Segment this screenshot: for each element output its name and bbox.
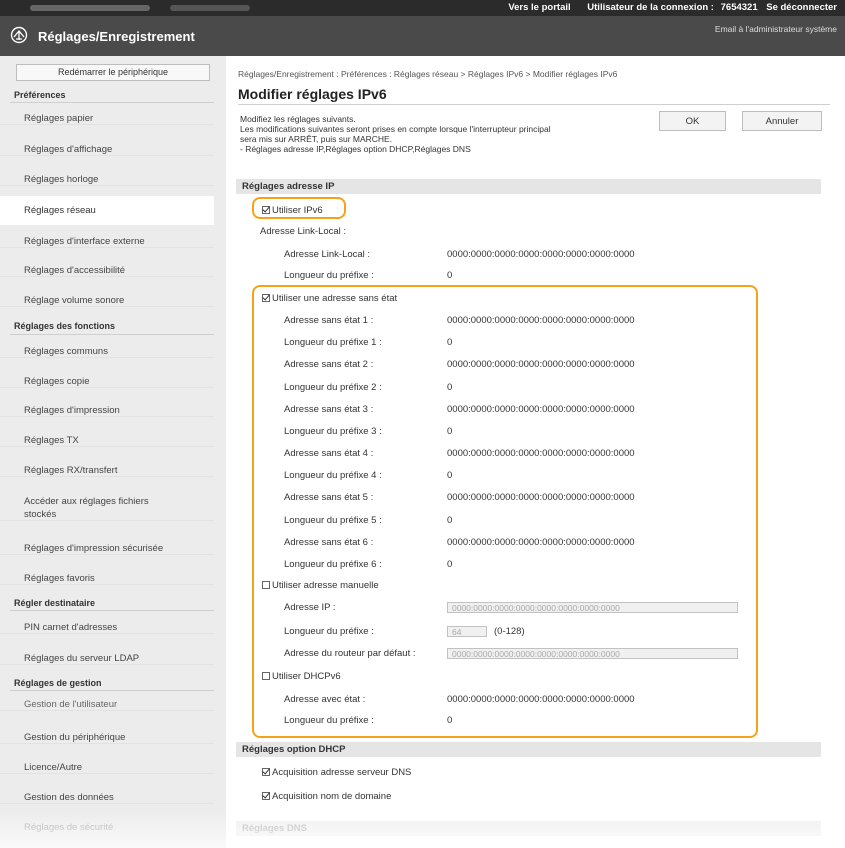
sidebar-item-common[interactable]: Réglages communs: [0, 346, 214, 358]
dns-server-acq-row: Acquisition adresse serveur DNS: [262, 767, 411, 778]
section-ip-settings: Réglages adresse IP: [236, 179, 821, 194]
user-label: Utilisateur de la connexion :: [587, 2, 714, 13]
top-links: Vers le portail Utilisateur de la connex…: [494, 2, 837, 13]
portal-link[interactable]: Vers le portail: [508, 2, 570, 13]
top-bar: Vers le portail Utilisateur de la connex…: [0, 0, 845, 16]
sidebar-item-stored-files[interactable]: Accéder aux réglages fichiers: [0, 496, 214, 507]
settings-registration-icon: [10, 26, 28, 44]
sidebar-item-print[interactable]: Réglages d'impression: [0, 405, 214, 417]
divider: [238, 104, 830, 105]
domain-acq-checkbox[interactable]: [262, 792, 270, 800]
sidebar-item-external-interface[interactable]: Réglages d'interface externe: [0, 236, 214, 248]
sidebar-item-clock[interactable]: Réglages horloge: [0, 174, 214, 186]
link-local-value: 0000:0000:0000:0000:0000:0000:0000:0000: [447, 249, 635, 260]
highlight-use-ipv6: [252, 197, 346, 219]
sidebar-item-network[interactable]: Réglages réseau: [0, 196, 214, 225]
sidebar-item-volume[interactable]: Réglage volume sonore: [0, 295, 214, 307]
sidebar-item-display[interactable]: Réglages d'affichage: [0, 144, 214, 156]
divider: [10, 334, 214, 335]
link-local-title: Adresse Link-Local :: [260, 226, 347, 237]
sidebar-item-copy[interactable]: Réglages copie: [0, 376, 214, 388]
sidebar-item-stored-files-line2[interactable]: stockés: [0, 509, 214, 521]
logout-link[interactable]: Se déconnecter: [766, 2, 837, 13]
sidebar-section-destination: Régler destinataire: [14, 598, 96, 608]
domain-acq-label: Acquisition nom de domaine: [272, 791, 392, 802]
sidebar-section-management: Réglages de gestion: [14, 678, 102, 688]
desc-line: Modifiez les réglages suivants.: [240, 114, 356, 124]
sidebar-item-data-management[interactable]: Gestion des données: [0, 792, 214, 804]
desc-line: sera mis sur ARRÊT, puis sur MARCHE.: [240, 134, 393, 144]
sidebar: Redémarrer le périphérique Préférences R…: [0, 56, 226, 848]
domain-acq-row: Acquisition nom de domaine: [262, 791, 391, 802]
sidebar-item-security[interactable]: Réglages de sécurité: [0, 822, 214, 833]
user-id: 7654321: [720, 2, 758, 13]
desc-line: Les modifications suivantes seront prise…: [240, 124, 551, 134]
section-dns: Réglages DNS: [236, 821, 821, 836]
sidebar-item-paper[interactable]: Réglages papier: [0, 113, 214, 125]
sidebar-section-functions: Réglages des fonctions: [14, 321, 116, 331]
page-header: Réglages/Enregistrement Email à l'admini…: [0, 16, 845, 56]
cancel-button[interactable]: Annuler: [742, 111, 822, 131]
highlight-address-options: [252, 285, 758, 738]
sidebar-item-license[interactable]: Licence/Autre: [0, 762, 214, 774]
blurred-logo: [30, 5, 150, 11]
description: Modifiez les réglages suivants. Les modi…: [240, 114, 660, 154]
sidebar-item-ldap[interactable]: Réglages du serveur LDAP: [0, 653, 214, 665]
breadcrumb: Réglages/Enregistrement : Préférences : …: [238, 69, 618, 79]
reboot-button[interactable]: Redémarrer le périphérique: [16, 64, 210, 81]
page-title: Modifier réglages IPv6: [238, 86, 387, 102]
link-local-prefix-label: Longueur du préfixe :: [284, 270, 374, 281]
sidebar-item-device-management[interactable]: Gestion du périphérique: [0, 732, 214, 744]
main-content: Réglages/Enregistrement : Préférences : …: [226, 56, 845, 848]
sidebar-item-address-book-pin[interactable]: PIN carnet d'adresses: [0, 622, 214, 634]
sidebar-item-favorites[interactable]: Réglages favoris: [0, 573, 214, 585]
sidebar-section-preferences: Préférences: [14, 90, 66, 100]
dns-server-acq-label: Acquisition adresse serveur DNS: [272, 767, 412, 778]
divider: [10, 102, 214, 103]
link-local-label: Adresse Link-Local :: [284, 249, 371, 260]
sidebar-item-user-management[interactable]: Gestion de l'utilisateur: [0, 699, 214, 711]
sidebar-item-rx-transfer[interactable]: Réglages RX/transfert: [0, 465, 214, 477]
blurred-device-name: [170, 5, 250, 11]
desc-line: - Réglages adresse IP,Réglages option DH…: [240, 144, 471, 154]
divider: [10, 610, 214, 611]
sidebar-item-accessibility[interactable]: Réglages d'accessibilité: [0, 265, 214, 277]
header-title: Réglages/Enregistrement: [38, 29, 195, 44]
sidebar-item-tx[interactable]: Réglages TX: [0, 435, 214, 447]
admin-mail-link[interactable]: Email à l'administrateur système: [715, 24, 837, 34]
ok-button[interactable]: OK: [659, 111, 726, 131]
sidebar-item-secure-print[interactable]: Réglages d'impression sécurisée: [0, 543, 214, 555]
divider: [10, 690, 214, 691]
dns-server-acq-checkbox[interactable]: [262, 768, 270, 776]
link-local-prefix-value: 0: [447, 270, 453, 281]
section-dhcp-options: Réglages option DHCP: [236, 742, 821, 757]
